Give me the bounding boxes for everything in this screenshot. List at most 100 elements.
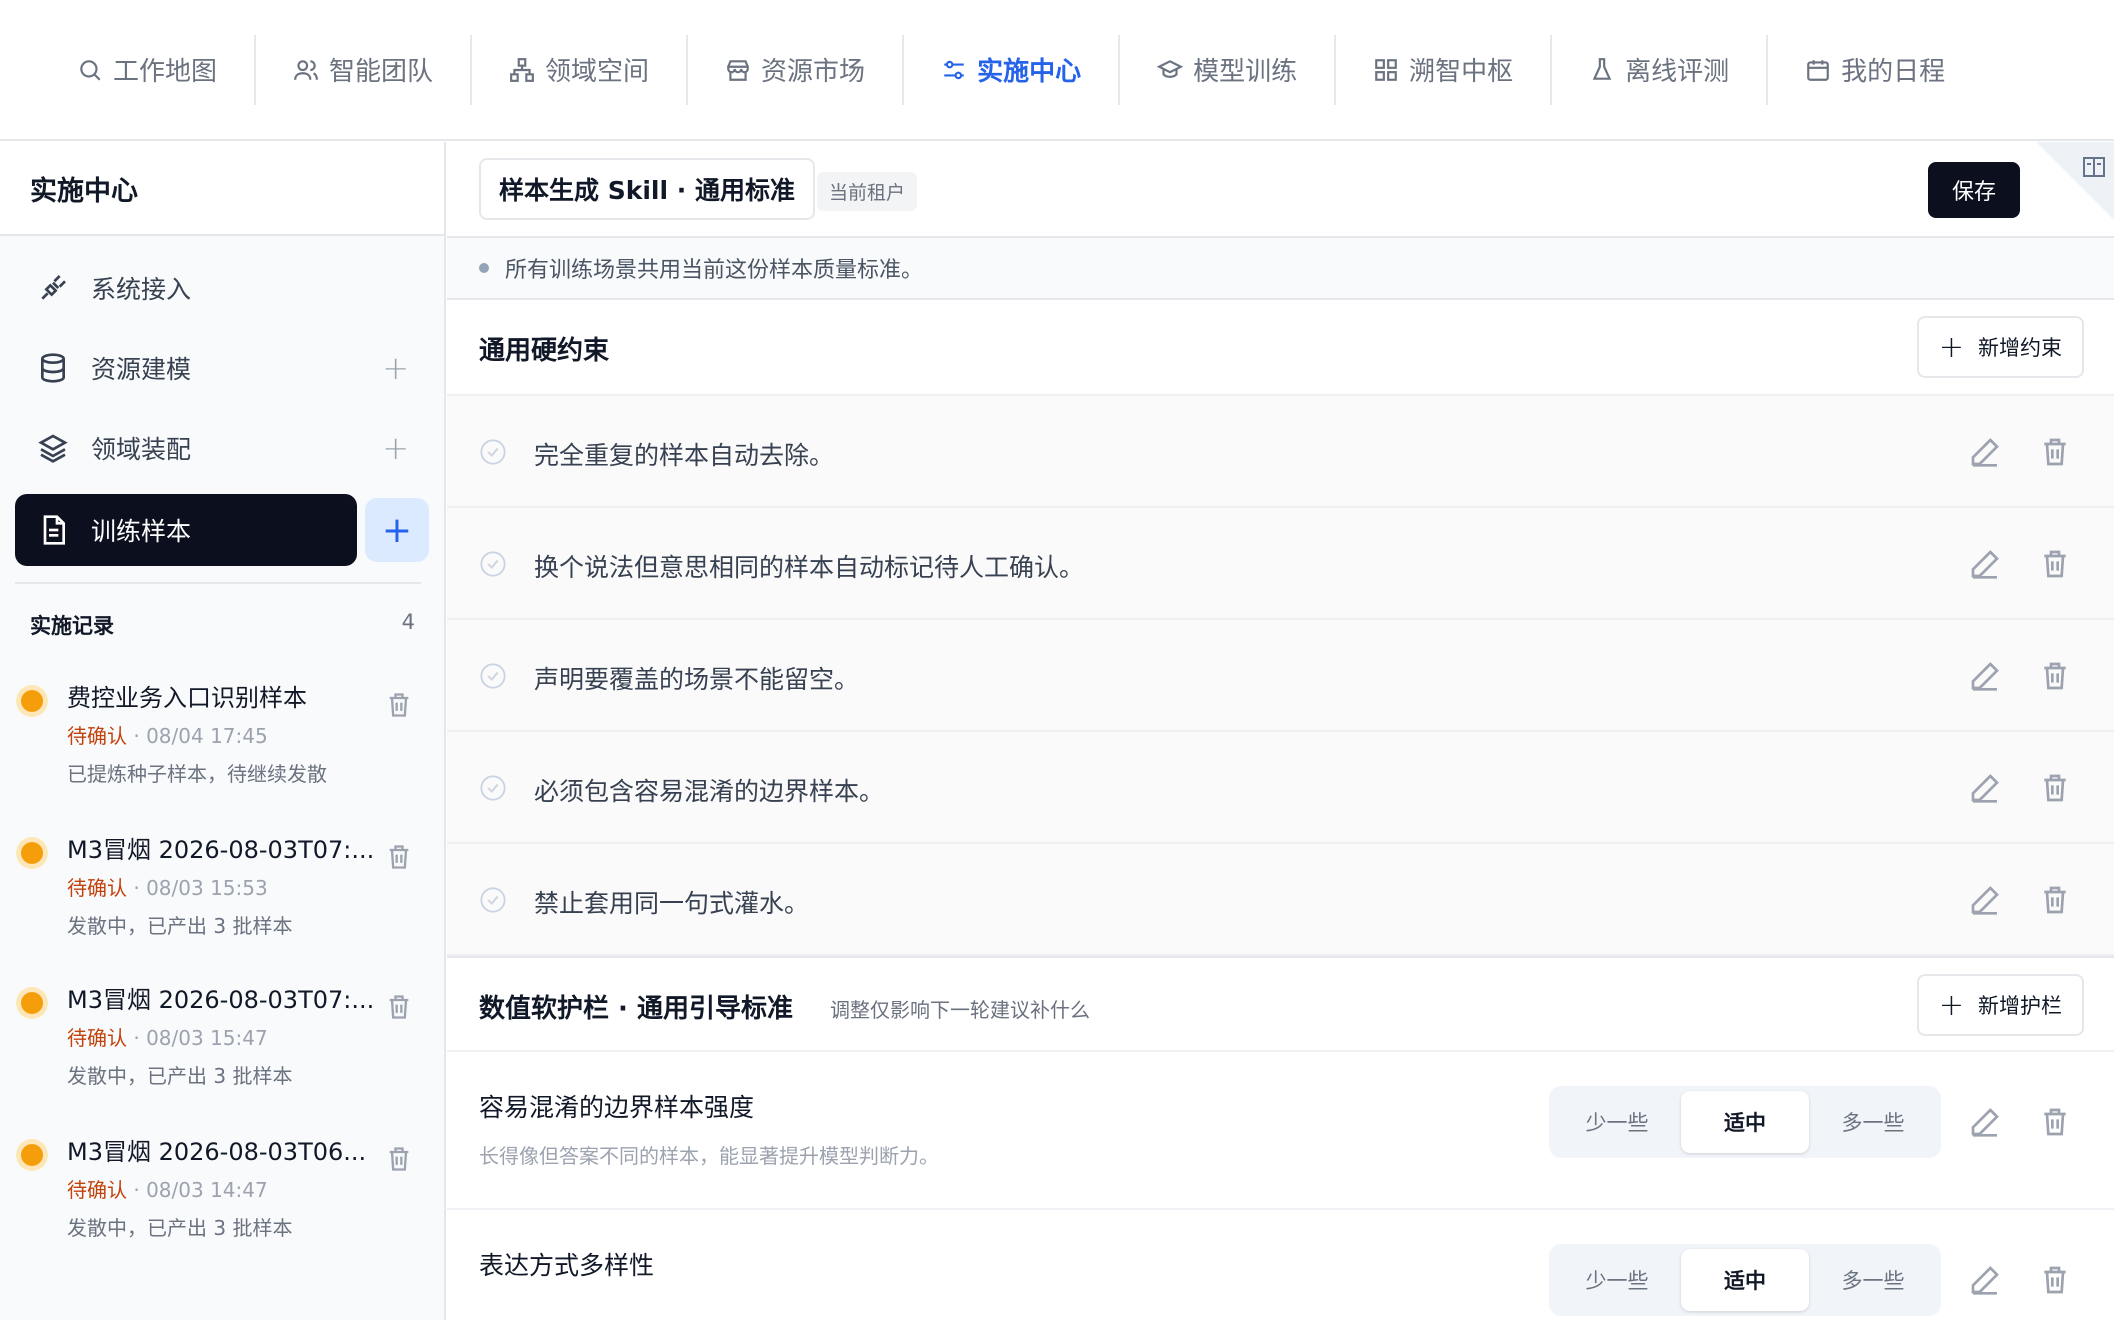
records-title: 实施记录 bbox=[30, 614, 114, 638]
pencil-icon bbox=[1971, 662, 1999, 691]
level-segmented-control: 少一些 适中 多一些 bbox=[1549, 1086, 1941, 1158]
record-meta: 待确认 · 08/03 14:47 bbox=[67, 1178, 268, 1202]
record-status: 待确认 bbox=[67, 1178, 127, 1202]
tenant-badge: 当前租户 bbox=[817, 172, 918, 211]
soft-guardrails-header: 数值软护栏 · 通用引导标准 调整仅影响下一轮建议补什么 + 新增护栏 bbox=[447, 956, 2114, 1052]
edit-button[interactable] bbox=[1969, 436, 2001, 472]
edit-button[interactable] bbox=[1969, 548, 2001, 584]
delete-record-button[interactable] bbox=[385, 690, 413, 724]
book-icon[interactable] bbox=[2036, 142, 2114, 220]
add-training-sample-button[interactable]: + bbox=[365, 498, 429, 562]
nav-tab-my-schedule[interactable]: 我的日程 bbox=[1768, 35, 1982, 105]
sidebar: 实施中心 系统接入 资源建模 + 领域装配 + 训练样本 + 实施记录 4 费控… bbox=[0, 142, 446, 1320]
sidebar-item-label: 领域装配 bbox=[91, 435, 192, 464]
plug-icon bbox=[41, 275, 66, 300]
constraint-text: 禁止套用同一句式灌水。 bbox=[534, 889, 810, 918]
nav-tab-resource-market[interactable]: 资源市场 bbox=[688, 34, 905, 105]
pencil-icon bbox=[1971, 550, 1999, 579]
record-name: M3冒烟 2026-08-03T06... bbox=[67, 1138, 367, 1166]
delete-button[interactable] bbox=[2039, 1106, 2071, 1142]
sidebar-item-label: 训练样本 bbox=[91, 517, 192, 546]
nav-tab-model-training[interactable]: 模型训练 bbox=[1120, 34, 1337, 105]
add-domain-assembly-button[interactable]: + bbox=[382, 429, 409, 467]
grid-icon bbox=[1375, 58, 1397, 81]
nav-tab-domain-space[interactable]: 领域空间 bbox=[472, 34, 689, 105]
trash-icon bbox=[389, 995, 409, 1019]
trash-icon bbox=[2044, 550, 2066, 578]
sidebar-item-training-samples[interactable]: 训练样本 bbox=[15, 494, 357, 566]
delete-button[interactable] bbox=[2039, 548, 2071, 584]
edit-button[interactable] bbox=[1969, 884, 2001, 920]
sidebar-item-resource-modeling[interactable]: 资源建模 + bbox=[15, 332, 427, 404]
option-less[interactable]: 少一些 bbox=[1553, 1091, 1681, 1153]
calendar-icon bbox=[1807, 59, 1829, 81]
nav-tab-label: 资源市场 bbox=[761, 57, 866, 87]
add-resource-model-button[interactable]: + bbox=[382, 349, 409, 387]
hard-constraints-header: 通用硬约束 + 新增约束 bbox=[447, 300, 2114, 396]
sidebar-item-domain-assembly[interactable]: 领域装配 + bbox=[15, 412, 427, 484]
button-label: 新增约束 bbox=[1978, 336, 2062, 360]
nav-tab-label: 工作地图 bbox=[113, 57, 218, 87]
record-meta: 待确认 · 08/03 15:47 bbox=[67, 1026, 268, 1050]
option-more[interactable]: 多一些 bbox=[1809, 1091, 1937, 1153]
guardrail-title: 容易混淆的边界样本强度 bbox=[479, 1093, 755, 1122]
save-button[interactable]: 保存 bbox=[1928, 162, 2020, 218]
delete-record-button[interactable] bbox=[385, 842, 413, 876]
constraint-row: 必须包含容易混淆的边界样本。 bbox=[447, 732, 2114, 844]
option-less[interactable]: 少一些 bbox=[1553, 1249, 1681, 1311]
add-guardrail-button[interactable]: + 新增护栏 bbox=[1916, 974, 2084, 1036]
nav-tab-implementation-center[interactable]: 实施中心 bbox=[904, 34, 1121, 105]
nav-tab-offline-eval[interactable]: 离线评测 bbox=[1552, 34, 1769, 105]
delete-record-button[interactable] bbox=[385, 1144, 413, 1178]
delete-button[interactable] bbox=[2039, 660, 2071, 696]
main-header: 样本生成 Skill · 通用标准 当前租户 保存 bbox=[447, 142, 2114, 238]
status-dot bbox=[21, 690, 43, 712]
pencil-icon bbox=[1971, 886, 1999, 915]
graduation-cap-icon bbox=[1157, 59, 1184, 78]
sidebar-item-system-access[interactable]: 系统接入 bbox=[15, 252, 427, 324]
edit-button[interactable] bbox=[1969, 660, 2001, 696]
constraint-text: 换个说法但意思相同的样本自动标记待人工确认。 bbox=[534, 553, 1085, 582]
constraint-text: 声明要覆盖的场景不能留空。 bbox=[534, 665, 860, 694]
nav-tab-label: 溯智中枢 bbox=[1409, 57, 1514, 87]
delete-button[interactable] bbox=[2039, 1264, 2071, 1300]
record-time: 08/03 15:47 bbox=[146, 1026, 268, 1050]
edit-button[interactable] bbox=[1969, 1106, 2001, 1142]
record-desc: 发散中，已产出 3 批样本 bbox=[67, 914, 293, 938]
option-moderate[interactable]: 适中 bbox=[1681, 1249, 1809, 1311]
delete-record-button[interactable] bbox=[385, 992, 413, 1026]
top-navigation: 工作地图 智能团队 领域空间 资源市场 实施中心 模型训练 溯智中枢 离线评测 … bbox=[0, 0, 2114, 141]
delete-button[interactable] bbox=[2039, 772, 2071, 808]
record-item[interactable]: M3冒烟 2026-08-03T06... 待确认 · 08/03 14:47 … bbox=[15, 1122, 431, 1268]
record-desc: 发散中，已产出 3 批样本 bbox=[67, 1064, 293, 1088]
option-moderate[interactable]: 适中 bbox=[1681, 1091, 1809, 1153]
nav-tab-work-map[interactable]: 工作地图 bbox=[40, 34, 257, 105]
nav-tab-label: 模型训练 bbox=[1193, 57, 1298, 87]
plus-icon: + bbox=[1938, 987, 1964, 1023]
edit-button[interactable] bbox=[1969, 772, 2001, 808]
record-item[interactable]: M3冒烟 2026-08-03T07:... 待确认 · 08/03 15:53… bbox=[15, 820, 431, 966]
record-item[interactable]: M3冒烟 2026-08-03T07:... 待确认 · 08/03 15:47… bbox=[15, 970, 431, 1116]
record-item[interactable]: 费控业务入口识别样本 待确认 · 08/04 17:45 已提炼种子样本，待继续… bbox=[15, 668, 431, 814]
sidebar-item-label: 系统接入 bbox=[91, 275, 192, 304]
add-constraint-button[interactable]: + 新增约束 bbox=[1916, 316, 2084, 378]
bullet-icon bbox=[479, 263, 489, 273]
nav-tab-smart-team[interactable]: 智能团队 bbox=[256, 34, 473, 105]
trash-icon bbox=[2044, 774, 2066, 802]
section-title: 数值软护栏 · 通用引导标准 bbox=[479, 994, 793, 1024]
trash-icon bbox=[389, 693, 409, 717]
constraint-row: 声明要覆盖的场景不能留空。 bbox=[447, 620, 2114, 732]
constraint-row: 换个说法但意思相同的样本自动标记待人工确认。 bbox=[447, 508, 2114, 620]
check-circle-icon bbox=[480, 887, 506, 913]
check-circle-icon bbox=[480, 663, 506, 689]
users-icon bbox=[294, 59, 318, 80]
record-name: M3冒烟 2026-08-03T07:... bbox=[67, 836, 375, 864]
record-desc: 发散中，已产出 3 批样本 bbox=[67, 1216, 293, 1240]
option-more[interactable]: 多一些 bbox=[1809, 1249, 1937, 1311]
edit-button[interactable] bbox=[1969, 1264, 2001, 1300]
nav-tab-label: 离线评测 bbox=[1625, 57, 1730, 87]
delete-button[interactable] bbox=[2039, 436, 2071, 472]
delete-button[interactable] bbox=[2039, 884, 2071, 920]
nav-tab-trace-hub[interactable]: 溯智中枢 bbox=[1336, 34, 1553, 105]
button-label: 新增护栏 bbox=[1978, 994, 2062, 1018]
